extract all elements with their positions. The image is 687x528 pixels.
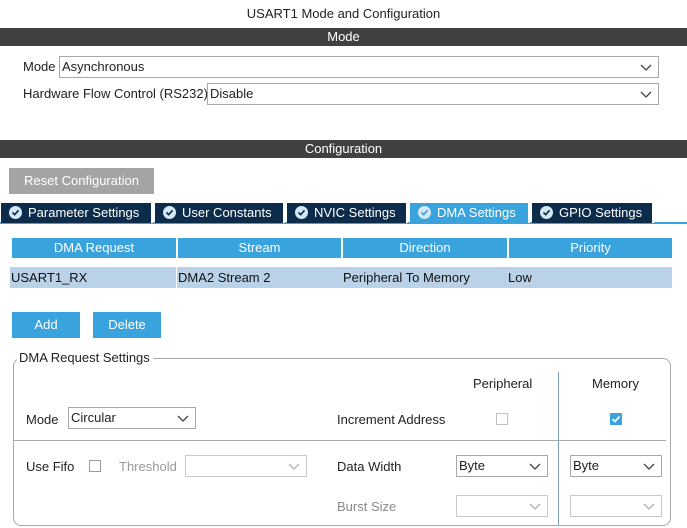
chevron-down-icon xyxy=(643,503,655,510)
tab-user-constants[interactable]: User Constants xyxy=(155,203,285,223)
cell-dma-request: USART1_RX xyxy=(10,267,176,288)
check-circle-icon xyxy=(418,206,431,219)
flow-control-value: Disable xyxy=(210,86,254,101)
tab-gpio-settings[interactable]: GPIO Settings xyxy=(532,203,654,223)
chevron-down-icon xyxy=(529,503,541,510)
tab-label: User Constants xyxy=(182,205,272,220)
cell-priority: Low xyxy=(507,267,672,288)
reset-configuration-button[interactable]: Reset Configuration xyxy=(9,168,154,194)
burst-size-peripheral-select[interactable] xyxy=(456,495,548,517)
flow-control-select[interactable]: Disable xyxy=(207,83,659,105)
increment-address-label: Increment Address xyxy=(337,412,446,427)
cell-stream: DMA2 Stream 2 xyxy=(177,267,342,288)
chevron-down-icon xyxy=(643,463,655,470)
data-width-memory-value: Byte xyxy=(573,458,600,473)
dma-mode-select[interactable]: Circular xyxy=(68,407,196,429)
chevron-down-icon xyxy=(640,64,652,71)
window-title: USART1 Mode and Configuration xyxy=(246,6,441,21)
threshold-select[interactable] xyxy=(185,455,307,477)
check-circle-icon xyxy=(295,206,308,219)
data-width-peripheral-value: Byte xyxy=(459,458,486,473)
column-divider xyxy=(558,372,559,525)
table-row[interactable]: USART1_RX DMA2 Stream 2 Peripheral To Me… xyxy=(10,267,672,288)
dma-mode-label: Mode xyxy=(26,412,59,427)
dma-request-settings-legend: DMA Request Settings xyxy=(17,350,153,365)
column-header-priority[interactable]: Priority xyxy=(509,238,672,258)
use-fifo-checkbox[interactable] xyxy=(89,460,101,472)
checkmark-icon xyxy=(611,415,621,423)
column-header-direction[interactable]: Direction xyxy=(343,238,507,258)
cell-direction: Peripheral To Memory xyxy=(342,267,507,288)
mode-select-value: Asynchronous xyxy=(62,59,145,74)
data-width-memory-select[interactable]: Byte xyxy=(570,455,662,477)
check-circle-icon xyxy=(9,206,22,219)
burst-size-memory-select[interactable] xyxy=(570,495,662,517)
add-button[interactable]: Add xyxy=(12,312,80,338)
tab-label: NVIC Settings xyxy=(314,205,396,220)
column-header-stream[interactable]: Stream xyxy=(178,238,341,258)
chevron-down-icon xyxy=(529,463,541,470)
tab-dma-settings[interactable]: DMA Settings xyxy=(410,203,530,223)
tab-nvic-settings[interactable]: NVIC Settings xyxy=(287,203,408,223)
check-circle-icon xyxy=(163,206,176,219)
check-circle-icon xyxy=(540,206,553,219)
burst-size-label: Burst Size xyxy=(337,499,397,514)
tab-parameter-settings[interactable]: Parameter Settings xyxy=(1,203,153,223)
memory-column-header: Memory xyxy=(592,376,639,391)
chevron-down-icon xyxy=(288,463,300,470)
chevron-down-icon xyxy=(177,415,189,422)
flow-control-label: Hardware Flow Control (RS232) xyxy=(23,86,208,101)
tab-label: Parameter Settings xyxy=(28,205,140,220)
column-header-dma-request[interactable]: DMA Request xyxy=(12,238,176,258)
row-divider xyxy=(14,440,666,441)
increment-memory-checkbox[interactable] xyxy=(610,413,622,425)
increment-peripheral-checkbox[interactable] xyxy=(496,413,508,425)
configuration-section-header: Configuration xyxy=(0,140,687,158)
mode-section-header: Mode xyxy=(0,28,687,46)
peripheral-column-header: Peripheral xyxy=(473,376,533,391)
dma-mode-value: Circular xyxy=(71,410,116,425)
mode-label: Mode xyxy=(23,59,56,74)
delete-button[interactable]: Delete xyxy=(93,312,161,338)
data-width-peripheral-select[interactable]: Byte xyxy=(456,455,548,477)
use-fifo-label: Use Fifo xyxy=(26,459,75,474)
mode-select[interactable]: Asynchronous xyxy=(59,56,659,78)
threshold-label: Threshold xyxy=(119,459,177,474)
tab-label: DMA Settings xyxy=(437,205,516,220)
tab-label: GPIO Settings xyxy=(559,205,643,220)
chevron-down-icon xyxy=(640,91,652,98)
data-width-label: Data Width xyxy=(337,459,402,474)
